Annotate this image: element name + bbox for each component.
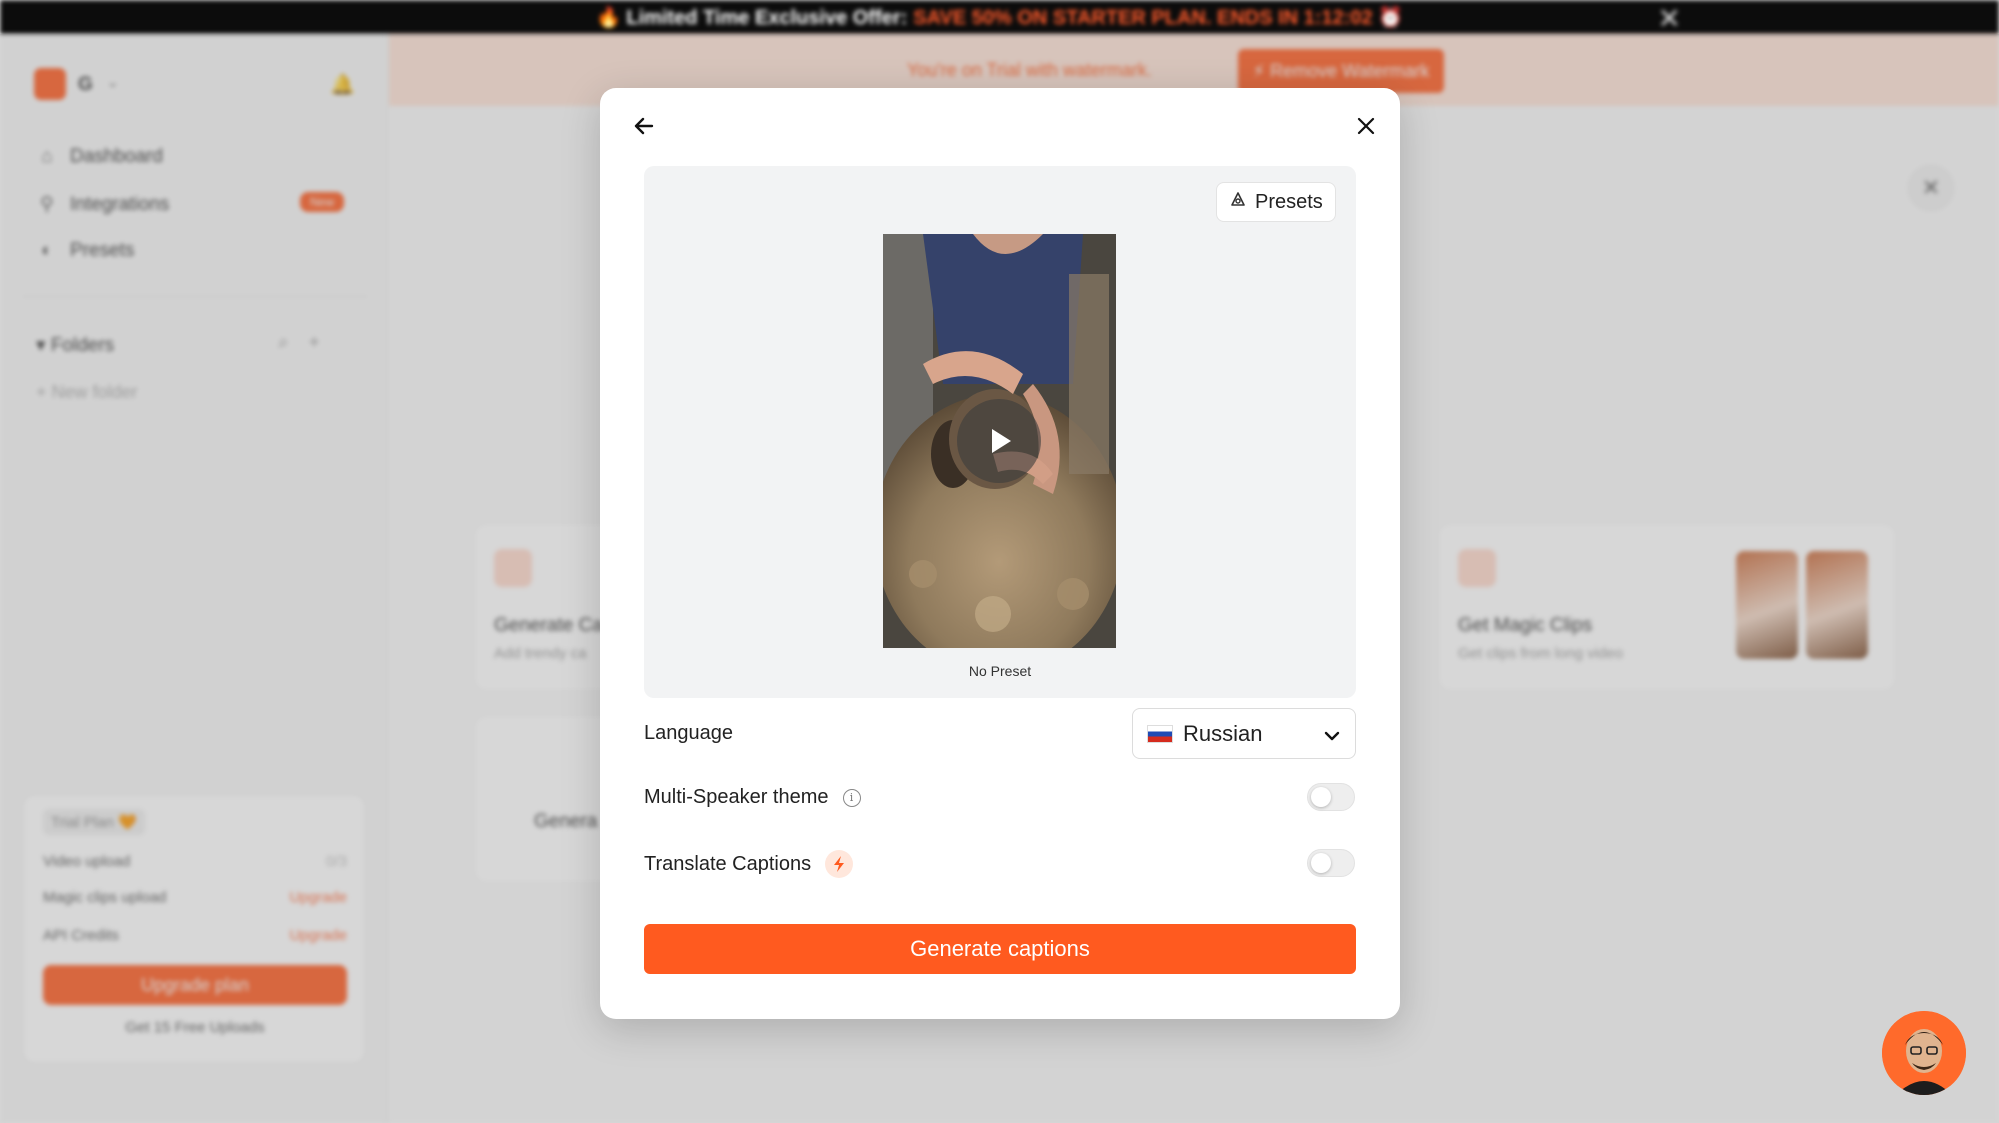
generate-captions-modal: Presets No Preset Language Russian Multi…	[600, 88, 1400, 1019]
play-icon[interactable]	[957, 399, 1041, 483]
presets-button[interactable]: Presets	[1216, 182, 1336, 222]
promo-banner: 🔥 Limited Time Exclusive Offer: SAVE 50%…	[0, 0, 1999, 34]
video-preview-panel: Presets No Preset	[644, 166, 1356, 698]
language-select[interactable]: Russian	[1132, 708, 1356, 759]
support-chat-avatar[interactable]	[1882, 1011, 1966, 1095]
video-thumbnail[interactable]	[883, 234, 1116, 648]
presets-label: Presets	[1255, 190, 1323, 213]
bolt-icon	[825, 850, 854, 878]
language-value: Russian	[1183, 720, 1263, 746]
arrow-left-icon[interactable]	[624, 106, 664, 146]
toggle-knob	[1311, 787, 1331, 807]
generate-captions-button[interactable]: Generate captions	[644, 924, 1356, 974]
translate-captions-toggle[interactable]	[1307, 849, 1355, 877]
promo-highlight: SAVE 50% ON STARTER PLAN. ENDS IN 1:12:0…	[913, 6, 1404, 29]
multi-speaker-row: Multi-Speaker theme i	[644, 786, 861, 809]
language-row: Language	[644, 722, 733, 745]
language-label: Language	[644, 722, 733, 744]
chevron-down-icon	[1323, 725, 1341, 751]
promo-close-icon[interactable]: ✕	[1658, 2, 1681, 35]
toggle-knob	[1311, 853, 1331, 873]
multi-speaker-toggle[interactable]	[1307, 783, 1355, 811]
multi-speaker-label: Multi-Speaker theme	[644, 786, 829, 808]
preset-caption-label: No Preset	[968, 663, 1032, 679]
close-icon[interactable]	[1346, 106, 1386, 146]
palette-icon	[1229, 190, 1247, 214]
promo-text: 🔥 Limited Time Exclusive Offer:	[595, 6, 908, 29]
russia-flag-icon	[1147, 724, 1173, 743]
info-icon[interactable]: i	[842, 788, 861, 807]
translate-label: Translate Captions	[644, 852, 812, 875]
translate-row: Translate Captions	[644, 850, 854, 878]
